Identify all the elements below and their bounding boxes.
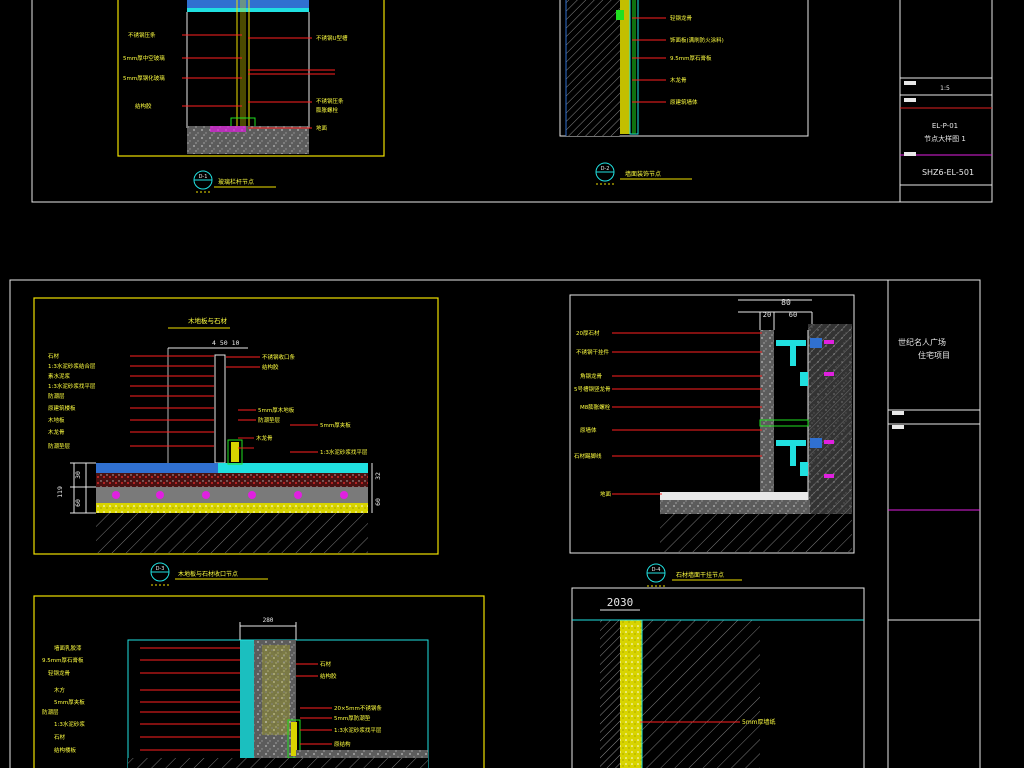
top-scale-text: 1:5 — [940, 85, 950, 92]
floor-left-note-9: 防潮垫层 — [48, 442, 71, 450]
dim-floor-r32: 32 — [374, 472, 382, 480]
br-note-1: 5mm厚墙纸 — [742, 718, 776, 726]
top-right-note-2: 不锈钢压条 — [316, 97, 344, 105]
top-sheet: 1:5 EL-P-01 节点大样图 1 SHZ6-EL-501 不锈钢压条 5m… — [31, 0, 993, 203]
mid-drawing-title: 住宅项目 — [918, 350, 950, 360]
d1-title: 玻璃栏杆节点 — [218, 178, 254, 186]
wall-note-2: 不锈钢干挂件 — [576, 348, 610, 356]
floor-left-note-2: 1:3水泥砂浆结合层 — [48, 362, 96, 370]
bl-note-4: 木方 — [54, 686, 66, 694]
dim-floor-30: 30 — [74, 471, 82, 479]
bl-note-1: 墙面乳胶漆 — [54, 644, 82, 652]
floor-left-note-3: 素水泥浆 — [48, 372, 71, 380]
blr-note-2: 结构胶 — [320, 672, 337, 680]
blr-note-4: 5mm厚防潮垫 — [334, 714, 371, 722]
top-left-note-4: 结构胶 — [135, 102, 152, 110]
top-mid-note-5: 原建筑墙体 — [670, 98, 698, 106]
top-right-note-4: 地面 — [316, 124, 328, 132]
floor-left-note-5: 防潮层 — [48, 392, 65, 400]
top-mid-note-2: 饰面板(满刷防火涂料) — [670, 36, 724, 44]
floor-right-note-4: 防潮垫层 — [258, 416, 281, 424]
blr-note-1: 石材 — [320, 660, 332, 668]
blr-note-6: 原结构 — [334, 740, 351, 748]
bl-note-7: 1:3水泥砂浆 — [54, 720, 85, 728]
top-drawing-name: EL-P-01 — [932, 122, 958, 130]
top-mid-note-4: 木龙骨 — [670, 76, 687, 84]
d2-num: D-2 — [601, 166, 610, 172]
d4-num: D-4 — [652, 567, 661, 573]
dim-floor-119: 119 — [56, 486, 64, 498]
bl-note-8: 石材 — [54, 733, 66, 741]
bl-note-2: 9.5mm厚石膏板 — [42, 656, 84, 664]
dim-bottom-left-top: 280 — [263, 617, 274, 624]
dim-floor-top: 4 50 10 — [212, 339, 239, 347]
dim-wall-20: 20 — [763, 311, 771, 319]
top-right-note-3: 膨胀螺栓 — [316, 106, 339, 114]
bl-note-6: 防潮层 — [42, 708, 59, 716]
top-left-note-1: 不锈钢压条 — [128, 31, 156, 39]
dim-wall-60: 60 — [789, 311, 797, 319]
floor-left-note-8: 木龙骨 — [48, 428, 65, 436]
cad-drawing: 1:5 EL-P-01 节点大样图 1 SHZ6-EL-501 不锈钢压条 5m… — [9, 0, 993, 768]
d3-title: 木地板与石材收口节点 — [178, 570, 238, 578]
wall-note-1: 20厚石材 — [576, 329, 600, 337]
floor-left-note-1: 石材 — [48, 352, 60, 360]
dim-bottom-right-2030: 2030 — [607, 596, 634, 609]
floor-right-note-2: 结构胶 — [262, 363, 279, 371]
floor-left-note-4: 1:3水泥砂浆找平层 — [48, 382, 96, 390]
d1-num: D-1 — [199, 174, 208, 180]
top-mid-note-3: 9.5mm厚石膏板 — [670, 54, 712, 62]
d4-title: 石材墙面干挂节点 — [676, 571, 724, 579]
wall-note-8: 地面 — [600, 490, 612, 498]
floor-right-note-3: 5mm厚木地板 — [258, 406, 295, 414]
blr-note-5: 1:3水泥砂浆找平层 — [334, 726, 382, 734]
top-mid-note-1: 轻钢龙骨 — [670, 14, 693, 22]
wall-note-4: 5号槽钢竖龙骨 — [574, 385, 611, 393]
dim-floor-r60: 60 — [374, 498, 382, 506]
top-drawing-title: 节点大样图 1 — [924, 134, 966, 143]
floor-section-header: 木地板与石材 — [188, 316, 228, 325]
wall-note-5: M8膨胀螺栓 — [580, 403, 611, 411]
d2-title: 墙面装饰节点 — [625, 170, 661, 178]
dim-wall-80: 80 — [781, 298, 791, 307]
bottom-sheet: 世纪名人广场 住宅项目 木地板与石材 4 50 10 119 60 30 32 — [9, 279, 981, 768]
top-right-note-1: 不锈钢U型槽 — [316, 34, 348, 42]
wall-note-7: 石材踢脚线 — [574, 452, 602, 460]
floor-right-note-1: 不锈钢收口条 — [262, 353, 296, 361]
top-drawing-number: SHZ6-EL-501 — [922, 168, 974, 177]
dim-floor-60: 60 — [74, 499, 82, 507]
bl-note-5: 5mm厚夹板 — [54, 698, 85, 706]
top-left-note-3: 5mm厚钢化玻璃 — [123, 74, 165, 82]
bl-note-3: 轻钢龙骨 — [48, 669, 71, 677]
floor-right-note-5: 木龙骨 — [256, 434, 273, 442]
floor-right-note-7: 1:3水泥砂浆找平层 — [320, 448, 368, 456]
d3-num: D-3 — [156, 566, 165, 572]
floor-left-note-6: 原建筑楼板 — [48, 404, 76, 412]
wall-note-3: 角钢龙骨 — [580, 372, 603, 380]
wall-note-6: 原墙体 — [580, 426, 597, 434]
bl-note-9: 结构楼板 — [54, 746, 77, 754]
floor-right-note-6: 5mm厚夹板 — [320, 421, 351, 429]
floor-left-note-7: 木地板 — [48, 416, 65, 424]
mid-project-name: 世纪名人广场 — [898, 337, 946, 347]
top-left-note-2: 5mm厚中空玻璃 — [123, 54, 165, 62]
blr-note-3: 20×5mm不锈钢条 — [334, 704, 382, 712]
